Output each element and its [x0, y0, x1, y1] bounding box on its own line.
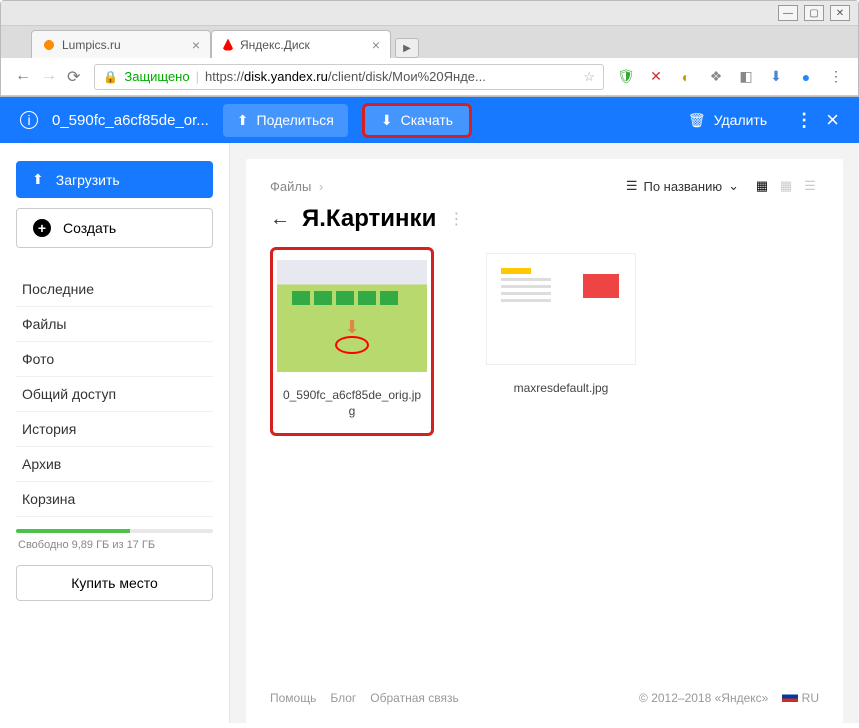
folder-more-button[interactable]: ⋮ — [448, 209, 464, 229]
file-name: maxresdefault.jpg — [482, 375, 640, 407]
browser-window: — ▢ ✕ Lumpics.ru × Яндекс.Диск × ▶ ← → ⟳… — [0, 0, 859, 97]
chevron-down-icon: ⌄ — [728, 178, 739, 194]
share-label: Поделиться — [257, 112, 334, 128]
tab-title: Lumpics.ru — [62, 38, 121, 52]
buy-storage-button[interactable]: Купить место — [16, 565, 213, 601]
footer: Помощь Блог Обратная связь © 2012–2018 «… — [270, 677, 819, 713]
chevron-right-icon: › — [315, 179, 323, 194]
info-icon[interactable]: i — [20, 111, 38, 129]
upload-button[interactable]: ⬆ Загрузить — [16, 161, 213, 198]
footer-link-feedback[interactable]: Обратная связь — [370, 691, 458, 705]
file-card[interactable]: maxresdefault.jpg — [482, 247, 640, 436]
sidebar-item-recent[interactable]: Последние — [16, 272, 213, 307]
lock-icon: 🔒 — [103, 70, 118, 84]
extension-icon[interactable]: ◧ — [738, 69, 754, 85]
close-panel-button[interactable]: × — [826, 107, 839, 133]
share-button[interactable]: ⬆ Поделиться — [223, 104, 348, 137]
window-controls: — ▢ ✕ — [1, 1, 858, 26]
action-bar: i 0_590fc_a6cf85de_or... ⬆ Поделиться ⬇ … — [0, 97, 859, 143]
download-label: Скачать — [401, 112, 454, 128]
sidebar-item-files[interactable]: Файлы — [16, 307, 213, 342]
sort-label: По названию — [644, 179, 723, 194]
extension-icon[interactable]: ⬇ — [768, 69, 784, 85]
view-list-button[interactable]: ☰ — [801, 177, 819, 195]
favicon-icon — [42, 38, 56, 52]
sidebar: ⬆ Загрузить + Создать Последние Файлы Фо… — [0, 143, 230, 723]
new-tab-button[interactable]: ▶ — [395, 38, 419, 58]
content-pane: Файлы › ☰ По названию ⌄ ▦ ▦ ☰ ← Я.Картин… — [246, 159, 843, 723]
extension-icon[interactable]: ◐ — [678, 69, 694, 85]
extension-icon[interactable]: ✕ — [648, 69, 664, 85]
folder-title: Я.Картинки — [302, 205, 436, 233]
forward-button[interactable]: → — [41, 67, 57, 87]
sidebar-item-shared[interactable]: Общий доступ — [16, 377, 213, 412]
file-thumbnail — [277, 260, 427, 372]
back-button[interactable]: ← — [15, 67, 31, 87]
breadcrumb-row: Файлы › ☰ По названию ⌄ ▦ ▦ ☰ — [270, 177, 819, 195]
view-large-grid-button[interactable]: ▦ — [753, 177, 771, 195]
selected-filename: 0_590fc_a6cf85de_or... — [52, 112, 209, 129]
maximize-button[interactable]: ▢ — [804, 5, 824, 21]
sidebar-item-trash[interactable]: Корзина — [16, 482, 213, 517]
address-bar: ← → ⟳ 🔒 Защищено | https://disk.yandex.r… — [1, 58, 858, 96]
create-label: Создать — [63, 220, 116, 236]
nav-arrows: ← → ⟳ — [9, 67, 86, 87]
sidebar-item-archive[interactable]: Архив — [16, 447, 213, 482]
minimize-button[interactable]: — — [778, 5, 798, 21]
sidebar-item-photo[interactable]: Фото — [16, 342, 213, 377]
view-small-grid-button[interactable]: ▦ — [777, 177, 795, 195]
delete-label: Удалить — [714, 112, 767, 128]
trash-icon: 🗑 — [688, 112, 706, 129]
share-icon: ⬆ — [237, 112, 249, 129]
folder-header: ← Я.Картинки ⋮ — [270, 205, 819, 233]
bookmark-star-icon[interactable]: ☆ — [583, 69, 595, 85]
main-area: ⬆ Загрузить + Создать Последние Файлы Фо… — [0, 143, 859, 723]
favicon-icon — [222, 39, 234, 51]
extension-icon[interactable]: ❖ — [708, 69, 724, 85]
upload-label: Загрузить — [56, 172, 120, 188]
footer-link-help[interactable]: Помощь — [270, 691, 316, 705]
view-controls: ☰ По названию ⌄ ▦ ▦ ☰ — [626, 177, 819, 195]
download-button[interactable]: ⬇ Скачать — [362, 103, 472, 138]
more-actions-button[interactable]: ⋮ — [795, 110, 812, 131]
url-text: https://disk.yandex.ru/client/disk/Мои%2… — [205, 69, 486, 84]
secure-label: Защищено — [124, 69, 189, 84]
breadcrumb[interactable]: Файлы › — [270, 179, 323, 194]
footer-copyright: © 2012–2018 «Яндекс» — [639, 691, 768, 705]
footer-links: Помощь Блог Обратная связь — [270, 691, 459, 705]
sidebar-item-history[interactable]: История — [16, 412, 213, 447]
browser-tab-yandex-disk[interactable]: Яндекс.Диск × — [211, 30, 391, 58]
flag-icon — [782, 691, 798, 702]
download-icon: ⬇ — [381, 112, 393, 129]
file-thumbnail — [486, 253, 636, 365]
extension-icon[interactable]: ● — [798, 69, 814, 85]
tab-title: Яндекс.Диск — [240, 38, 310, 52]
sort-icon: ☰ — [626, 178, 638, 194]
url-field[interactable]: 🔒 Защищено | https://disk.yandex.ru/clie… — [94, 64, 604, 90]
file-name: 0_590fc_a6cf85de_orig.jpg — [277, 382, 427, 429]
upload-icon: ⬆ — [32, 171, 44, 188]
close-window-button[interactable]: ✕ — [830, 5, 850, 21]
reload-button[interactable]: ⟳ — [67, 67, 80, 87]
file-grid: 0_590fc_a6cf85de_orig.jpg maxresdefault.… — [270, 247, 819, 436]
tab-strip: Lumpics.ru × Яндекс.Диск × ▶ — [1, 26, 858, 58]
sort-dropdown[interactable]: ☰ По названию ⌄ — [626, 178, 739, 194]
delete-button[interactable]: 🗑 Удалить — [674, 104, 781, 137]
file-card[interactable]: 0_590fc_a6cf85de_orig.jpg — [270, 247, 434, 436]
menu-icon[interactable]: ⋮ — [828, 69, 844, 85]
storage-text: Свободно 9,89 ГБ из 17 ГБ — [16, 533, 213, 565]
tab-close-icon[interactable]: × — [192, 37, 200, 53]
browser-tab-lumpics[interactable]: Lumpics.ru × — [31, 30, 211, 58]
tab-close-icon[interactable]: × — [372, 37, 380, 53]
plus-icon: + — [33, 219, 51, 237]
extension-toolbar: 🛡 ✕ ◐ ❖ ◧ ⬇ ● ⋮ — [612, 69, 850, 85]
back-arrow-button[interactable]: ← — [270, 208, 290, 231]
create-button[interactable]: + Создать — [16, 208, 213, 248]
language-switcher[interactable]: RU — [782, 691, 819, 705]
footer-link-blog[interactable]: Блог — [330, 691, 356, 705]
nav-list: Последние Файлы Фото Общий доступ Истори… — [16, 272, 213, 517]
shield-icon[interactable]: 🛡 — [618, 69, 634, 85]
